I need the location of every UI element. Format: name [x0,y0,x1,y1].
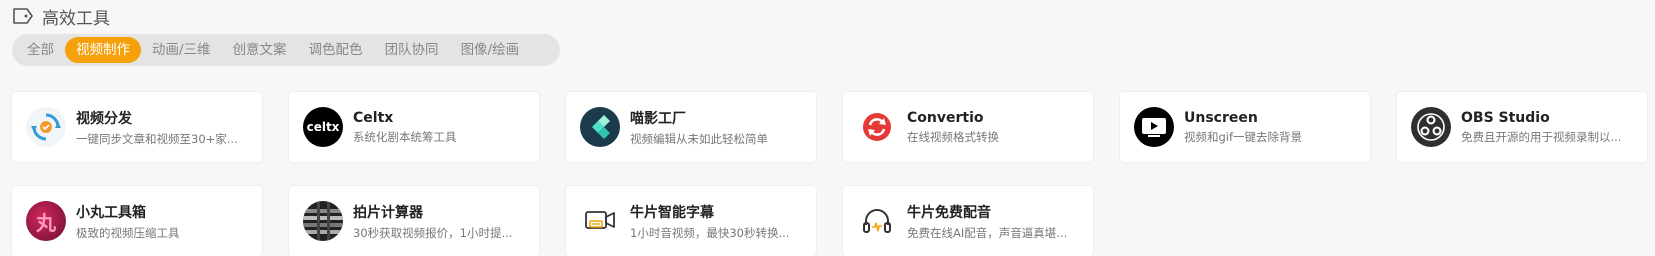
tool-desc: 30秒获取视频报价，1小时提... [353,225,513,240]
tool-name: 牛片智能字幕 [630,204,714,221]
tab-video-production[interactable]: 视频制作 [65,37,141,63]
tool-card-smart-subtitles[interactable]: 牛片智能字幕 1小时音视频，最快30秒转换... [566,186,816,256]
tool-card-unscreen[interactable]: Unscreen 视频和gif一键去除背景 [1120,92,1370,162]
tool-name: Convertio [907,109,984,126]
tool-name: 拍片计算器 [353,204,423,221]
xiaowan-logo-icon: 丸 [26,201,66,241]
headphones-icon [857,201,897,241]
subtitle-camera-icon [580,201,620,241]
tool-desc: 系统化剧本统筹工具 [353,129,457,144]
convertio-logo-icon [857,107,897,147]
tab-creative-copy[interactable]: 创意文案 [222,37,298,63]
tab-all[interactable]: 全部 [16,37,65,63]
sync-icon [26,107,66,147]
tool-desc: 免费在线AI配音，声音逼真堪... [907,225,1068,240]
obs-logo-icon [1411,107,1451,147]
filmora-logo-icon [580,107,620,147]
calculator-logo-icon [303,201,343,241]
celtx-logo-text: celtx [306,120,340,134]
tool-name: 牛片免费配音 [907,204,991,221]
xiaowan-logo-text: 丸 [36,210,56,235]
unscreen-logo-icon [1134,107,1174,147]
tool-name: 喵影工厂 [630,110,686,127]
tool-card-shoot-calculator[interactable]: 拍片计算器 30秒获取视频报价，1小时提... [289,186,539,256]
tool-grid: 视频分发 一键同步文章和视频至30+家... celtx Celtx 系统化剧本… [12,92,1647,256]
tool-card-video-distribution[interactable]: 视频分发 一键同步文章和视频至30+家... [12,92,262,162]
tool-desc: 1小时音视频，最快30秒转换... [630,225,790,240]
tool-desc: 视频和gif一键去除背景 [1184,129,1303,144]
tool-name: OBS Studio [1461,109,1550,126]
tool-card-filmora[interactable]: 喵影工厂 视频编辑从未如此轻松简单 [566,92,816,162]
tool-card-convertio[interactable]: Convertio 在线视频格式转换 [843,92,1093,162]
tool-name: 小丸工具箱 [76,204,146,221]
tool-card-free-dubbing[interactable]: 牛片免费配音 免费在线AI配音，声音逼真堪... [843,186,1093,256]
tool-card-obs-studio[interactable]: OBS Studio 免费且开源的用于视频录制以... [1397,92,1647,162]
tab-image-drawing[interactable]: 图像/绘画 [450,37,531,63]
category-tabbar: 全部 视频制作 动画/三维 创意文案 调色配色 团队协同 图像/绘画 [12,34,560,66]
section-header: 高效工具 [12,4,110,29]
tag-icon [13,8,33,24]
tool-desc: 极致的视频压缩工具 [76,225,180,240]
tool-desc: 在线视频格式转换 [907,129,999,144]
tool-card-celtx[interactable]: celtx Celtx 系统化剧本统筹工具 [289,92,539,162]
tab-animation-3d[interactable]: 动画/三维 [141,37,222,63]
celtx-logo-icon: celtx [303,107,343,147]
tool-name: Unscreen [1184,109,1258,126]
tool-desc: 视频编辑从未如此轻松简单 [630,131,768,146]
tab-team-collab[interactable]: 团队协同 [374,37,450,63]
tool-name: Celtx [353,109,394,126]
section-title: 高效工具 [42,8,110,29]
tool-desc: 一键同步文章和视频至30+家... [76,131,238,146]
tab-color-grading[interactable]: 调色配色 [298,37,374,63]
tool-card-xiaowan-toolbox[interactable]: 丸 小丸工具箱 极致的视频压缩工具 [12,186,262,256]
tool-desc: 免费且开源的用于视频录制以... [1461,129,1622,144]
tool-name: 视频分发 [76,110,132,127]
